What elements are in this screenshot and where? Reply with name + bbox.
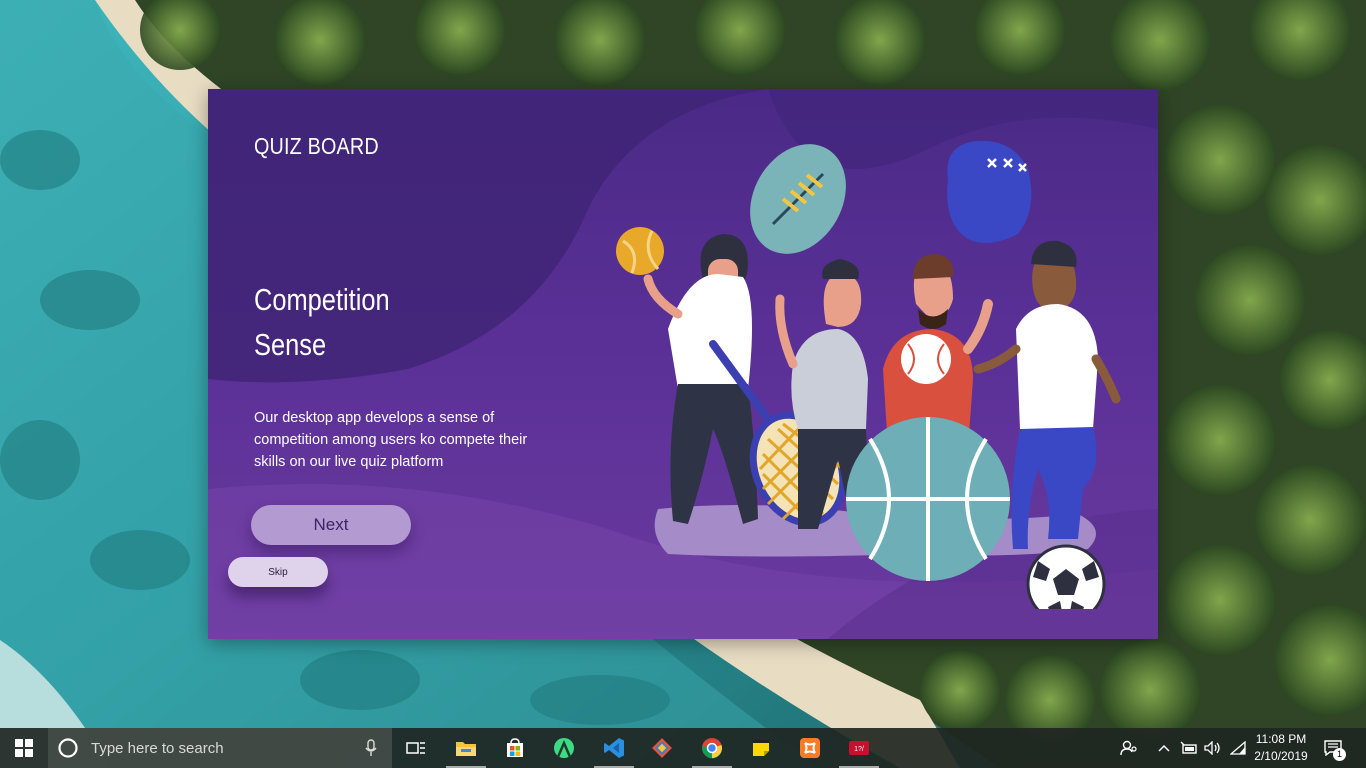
chrome-icon[interactable] <box>688 728 736 768</box>
sports-illustration <box>616 140 1121 609</box>
page-heading: Competition Sense <box>254 277 467 367</box>
vscode-icon[interactable] <box>590 728 638 768</box>
git-icon[interactable] <box>638 728 686 768</box>
notification-count-badge: 1 <box>1333 748 1346 761</box>
action-center-icon[interactable] <box>1318 728 1348 768</box>
volume-icon[interactable] <box>1202 728 1224 768</box>
next-button[interactable]: Next <box>251 505 411 545</box>
wifi-icon[interactable] <box>1227 728 1249 768</box>
android-studio-icon[interactable] <box>540 728 588 768</box>
heading-line-2: Sense <box>254 327 327 362</box>
people-icon[interactable] <box>1116 728 1142 768</box>
sticky-notes-icon[interactable] <box>737 728 785 768</box>
description-text: Our desktop app develops a sense of comp… <box>254 410 528 470</box>
store-icon[interactable] <box>491 728 539 768</box>
windows-logo-icon <box>15 739 33 757</box>
person-baseball <box>883 140 1032 449</box>
clock[interactable]: 11:08 PM 2/10/2019 <box>1248 731 1314 765</box>
svg-text:1?/: 1?/ <box>854 746 864 753</box>
clock-time: 11:08 PM <box>1255 732 1307 746</box>
taskbar: Type here to search 1?/ 11:08 PM 2/10/20… <box>0 728 1366 768</box>
clock-date: 2/10/2019 <box>1254 749 1308 763</box>
terminal-icon[interactable]: 1?/ <box>835 728 883 768</box>
microphone-icon[interactable] <box>365 739 377 757</box>
quiz-board-window: QUIZ BOARD Competition Sense Our desktop… <box>208 89 1158 639</box>
battery-icon[interactable] <box>1178 728 1200 768</box>
skip-button[interactable]: Skip <box>228 557 328 587</box>
cortana-icon <box>58 738 78 758</box>
search-placeholder: Type here to search <box>91 739 224 757</box>
show-hidden-icons-chevron-icon[interactable] <box>1155 728 1173 768</box>
file-explorer-icon[interactable] <box>442 728 490 768</box>
task-view-icon[interactable] <box>392 728 440 768</box>
search-box[interactable]: Type here to search <box>48 728 392 768</box>
app-title: QUIZ BOARD <box>254 133 379 159</box>
start-button[interactable] <box>0 728 48 768</box>
xampp-icon[interactable] <box>786 728 834 768</box>
heading-line-1: Competition <box>254 282 390 317</box>
